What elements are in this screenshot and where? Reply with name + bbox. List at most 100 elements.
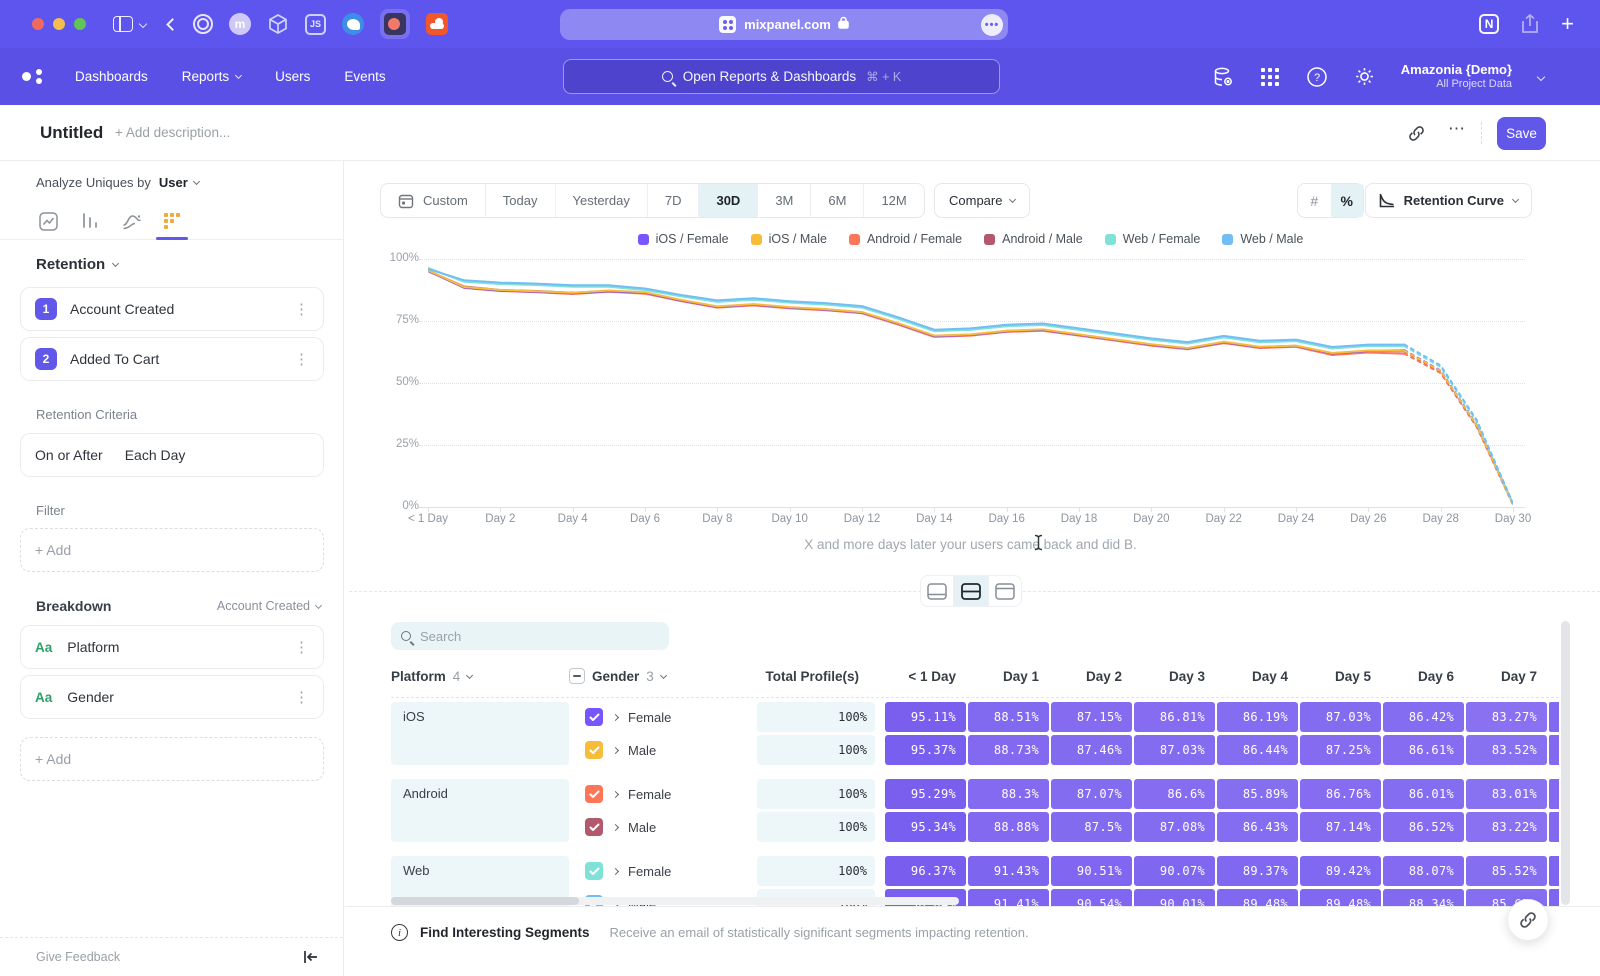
retention-value-cell[interactable]: 83.52% [1466, 735, 1547, 765]
retention-value-cell[interactable]: 95.29% [885, 779, 966, 809]
range-today[interactable]: Today [486, 184, 556, 217]
retention-value-cell[interactable]: 86.44% [1217, 735, 1298, 765]
step-event-label[interactable]: Account Created [70, 301, 174, 317]
nav-item-reports[interactable]: Reports [182, 69, 241, 84]
report-description-placeholder[interactable]: + Add description... [115, 125, 230, 140]
tab-retention[interactable] [160, 209, 184, 233]
share-link-floating-button[interactable] [1507, 899, 1549, 941]
breakdown-property-label[interactable]: Platform [67, 639, 119, 655]
legend-item[interactable]: Web / Female [1105, 232, 1201, 246]
retention-value-cell[interactable]: 87.15% [1051, 702, 1132, 732]
platform-column-header[interactable]: Platform 4 [391, 669, 569, 684]
report-title[interactable]: Untitled [40, 123, 103, 143]
retention-line-chart[interactable] [428, 259, 1513, 507]
series-line-ios-female[interactable] [1405, 350, 1514, 504]
apps-grid-icon[interactable] [1260, 67, 1280, 87]
step-event-label[interactable]: Added To Cart [70, 351, 159, 367]
retention-value-cell[interactable]: 87.03% [1134, 735, 1215, 765]
retention-value-cell[interactable]: 87.07% [1051, 779, 1132, 809]
table-search-input[interactable]: Search [391, 622, 669, 650]
nav-item-dashboards[interactable]: Dashboards [75, 69, 148, 84]
retention-value-cell[interactable]: 83.27% [1466, 702, 1547, 732]
gender-cell[interactable]: Female [569, 779, 757, 809]
extension-cube-icon[interactable] [267, 13, 289, 35]
retention-value-cell[interactable]: 86.61% [1383, 735, 1464, 765]
retention-value-cell[interactable]: 95.37% [885, 735, 966, 765]
series-line-web-female[interactable] [1405, 346, 1514, 504]
data-management-icon[interactable] [1212, 66, 1234, 88]
copy-link-icon[interactable] [1408, 125, 1425, 147]
retention-value-cell[interactable]: 86.43% [1217, 812, 1298, 842]
retention-value-cell[interactable]: 86.42% [1383, 702, 1464, 732]
retention-value-cell[interactable]: 88.88% [968, 812, 1049, 842]
expand-chevron-icon[interactable] [612, 823, 619, 830]
range-7d[interactable]: 7D [648, 184, 700, 217]
help-icon[interactable]: ? [1306, 66, 1328, 88]
total-profiles-cell[interactable]: 100% [757, 702, 875, 732]
day-header[interactable]: Day 3 [1134, 669, 1217, 684]
series-line-android-male[interactable] [1405, 351, 1514, 504]
breakdown-property-label[interactable]: Gender [67, 689, 114, 705]
platform-cell[interactable]: iOS [391, 702, 569, 765]
series-line-android-female[interactable] [1405, 354, 1514, 505]
retention-value-cell[interactable]: 88.34% [1383, 889, 1464, 906]
retention-criteria-card[interactable]: On or After Each Day [20, 433, 324, 477]
retention-value-cell[interactable]: 89.48% [1217, 889, 1298, 906]
retention-value-cell[interactable]: 87.03% [1300, 702, 1381, 732]
segments-title[interactable]: Find Interesting Segments [420, 925, 590, 940]
extension-js-icon[interactable]: JS [305, 14, 326, 35]
browser-sidebar-icon[interactable] [113, 16, 133, 32]
gender-cell[interactable]: Male [569, 812, 757, 842]
notion-tab-icon[interactable]: N [1479, 14, 1499, 34]
minimize-window-button[interactable] [53, 18, 65, 30]
compare-button[interactable]: Compare [934, 183, 1030, 218]
platform-cell[interactable]: Android [391, 779, 569, 842]
select-all-checkbox[interactable] [569, 668, 585, 684]
retention-value-cell[interactable]: 90.07% [1134, 856, 1215, 886]
back-icon[interactable] [166, 18, 179, 31]
extension-ring-icon[interactable] [193, 14, 213, 34]
gender-cell[interactable]: Female [569, 702, 757, 732]
retention-value-cell[interactable]: 86.81% [1134, 702, 1215, 732]
day-header[interactable]: Day 1 [968, 669, 1051, 684]
give-feedback-link[interactable]: Give Feedback [36, 950, 120, 964]
breakdown-card-gender[interactable]: AaGender⋮ [20, 675, 324, 719]
criteria-on-or-after[interactable]: On or After [35, 447, 103, 463]
series-line-web-male[interactable] [1405, 345, 1514, 504]
retention-value-cell[interactable]: 83.01% [1466, 779, 1547, 809]
breakdown-card-platform[interactable]: AaPlatform⋮ [20, 625, 324, 669]
series-checkbox[interactable] [585, 785, 603, 803]
retention-step-card[interactable]: 2Added To Cart⋮ [20, 337, 324, 381]
tab-flows[interactable] [120, 209, 144, 233]
retention-value-cell[interactable]: 83.22% [1466, 812, 1547, 842]
total-profiles-cell[interactable]: 100% [757, 735, 875, 765]
horizontal-scrollbar[interactable] [391, 897, 959, 905]
retention-value-cell[interactable]: 95.11% [885, 702, 966, 732]
expand-chevron-icon[interactable] [612, 867, 619, 874]
breakdown-menu-icon[interactable]: ⋮ [294, 688, 309, 706]
retention-value-cell[interactable]: 91.41% [968, 889, 1049, 906]
total-profiles-cell[interactable]: 100% [757, 779, 875, 809]
window-controls[interactable] [32, 18, 95, 30]
count-toggle[interactable]: # [1298, 184, 1331, 217]
global-search-button[interactable]: Open Reports & Dashboards ⌘ + K [563, 59, 1000, 94]
chart-type-selector[interactable]: Retention Curve [1365, 183, 1532, 218]
range-yesterday[interactable]: Yesterday [556, 184, 648, 217]
legend-item[interactable]: iOS / Male [751, 232, 827, 246]
legend-item[interactable]: iOS / Female [638, 232, 729, 246]
breakdown-add-button[interactable]: + Add [20, 737, 324, 781]
retention-value-cell[interactable]: 91.43% [968, 856, 1049, 886]
day-header[interactable]: Day 7 [1466, 669, 1549, 684]
range-30d[interactable]: 30D [699, 184, 758, 217]
retention-value-cell[interactable]: 90.01% [1134, 889, 1215, 906]
range-custom[interactable]: Custom [381, 184, 486, 217]
nav-item-users[interactable]: Users [275, 69, 310, 84]
account-switcher[interactable]: Amazonia {Demo} All Project Data [1401, 62, 1512, 92]
retention-value-cell[interactable]: 90.54% [1051, 889, 1132, 906]
retention-value-cell[interactable]: 89.42% [1300, 856, 1381, 886]
retention-step-card[interactable]: 1Account Created⋮ [20, 287, 324, 331]
retention-value-cell[interactable]: 85.52% [1466, 856, 1547, 886]
series-checkbox[interactable] [585, 708, 603, 726]
mixpanel-logo-icon[interactable] [22, 69, 48, 85]
criteria-each-day[interactable]: Each Day [125, 447, 186, 463]
